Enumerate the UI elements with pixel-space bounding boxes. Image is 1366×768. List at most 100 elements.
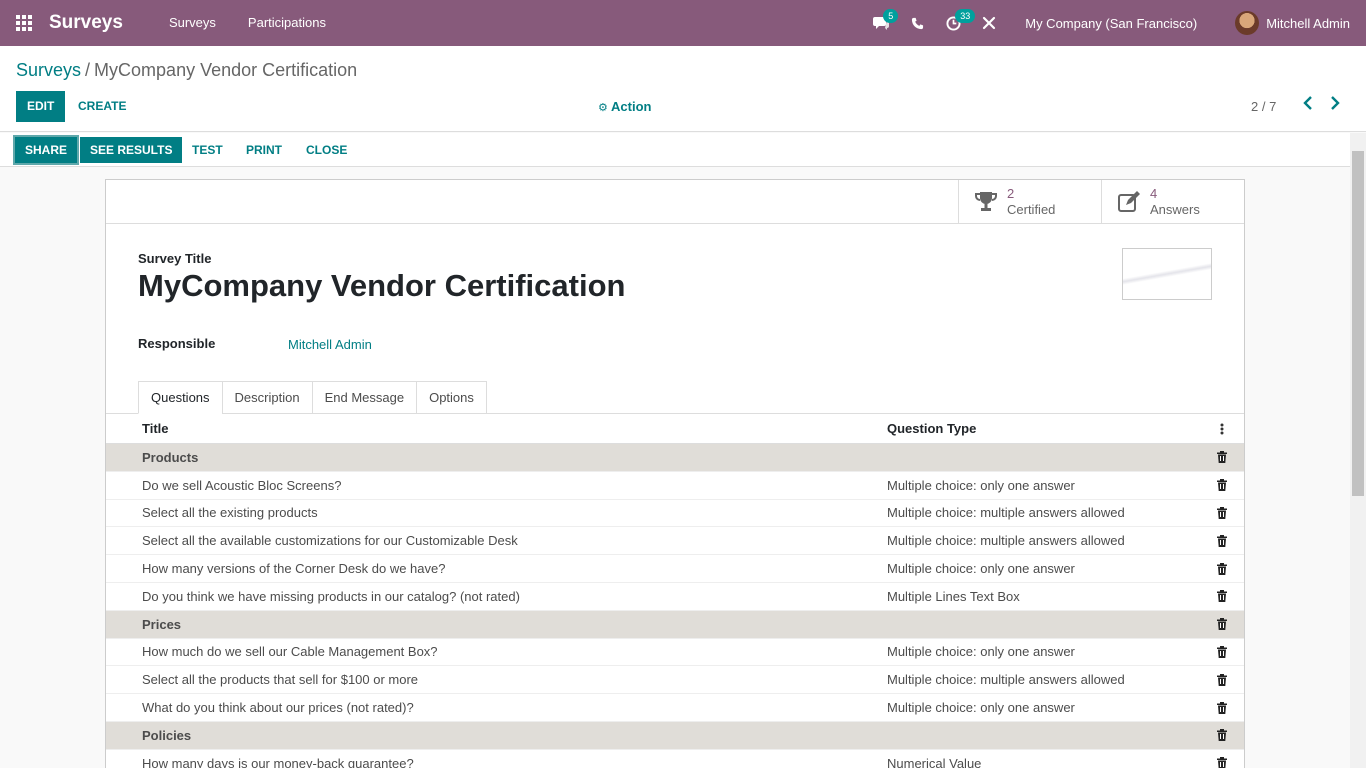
trash-icon[interactable] [1200,729,1244,742]
tab-description[interactable]: Description [221,381,313,414]
question-type: Multiple choice: multiple answers allowe… [887,533,1125,549]
user-menu[interactable]: Mitchell Admin [1215,11,1366,35]
header-title[interactable]: Title [106,421,887,436]
pager-previous-icon[interactable] [1298,96,1318,116]
app-brand[interactable]: Surveys [49,12,123,34]
question-title: How many days is our money-back guarante… [142,755,414,768]
section-title: Products [142,449,199,465]
question-title: How much do we sell our Cable Management… [142,644,438,660]
avatar [1235,11,1260,35]
chat-icon[interactable]: 5 [863,0,899,46]
pager-next-icon[interactable] [1325,96,1345,116]
breadcrumb-surveys[interactable]: Surveys [16,60,81,80]
trash-icon[interactable] [1200,701,1244,714]
form-tabs: Questions Description End Message Option… [138,381,487,414]
certified-label: Certified [1007,202,1056,217]
debug-tools-icon[interactable] [971,0,1007,46]
list-body: Products Do we sell Acoustic Bloc Screens… [106,444,1244,768]
question-title: Select all the existing products [142,505,318,521]
trash-icon[interactable] [1200,590,1244,603]
trash-icon[interactable] [1200,673,1244,686]
answers-label: Answers [1150,202,1200,217]
test-button[interactable]: TEST [182,137,233,163]
trash-icon[interactable] [1200,534,1244,547]
list-header: Title Question Type [106,414,1244,444]
print-button[interactable]: PRINT [236,137,292,163]
user-name: Mitchell Admin [1266,15,1350,31]
question-title: Do you think we have missing products in… [142,588,520,604]
question-type: Multiple Lines Text Box [887,588,1020,604]
form-statusbar: SHARE SEE RESULTS TEST PRINT CLOSE [0,133,1350,167]
question-type: Multiple choice: multiple answers allowe… [887,505,1125,521]
trash-icon[interactable] [1200,757,1244,768]
table-row[interactable]: Select all the products that sell for $1… [106,666,1244,695]
apps-menu-icon[interactable] [0,0,48,46]
menu-participations[interactable]: Participations [232,0,342,46]
see-results-button[interactable]: SEE RESULTS [80,137,183,163]
trash-icon[interactable] [1200,562,1244,575]
optional-columns-icon[interactable] [1200,423,1244,435]
table-row[interactable]: How many days is our money-back guarante… [106,750,1244,768]
table-row[interactable]: How much do we sell our Cable Management… [106,639,1244,667]
question-type: Multiple choice: multiple answers allowe… [887,672,1125,688]
question-type: Multiple choice: only one answer [887,700,1075,716]
table-row[interactable]: Do you think we have missing products in… [106,583,1244,611]
breadcrumb-separator: / [85,60,91,80]
top-navbar: Surveys Surveys Participations 5 33 My C… [0,0,1366,46]
phone-icon[interactable] [899,0,935,46]
breadcrumb-current: MyCompany Vendor Certification [94,60,358,80]
section-title: Prices [142,616,182,632]
breadcrumb: Surveys / MyCompany Vendor Certification [16,60,357,81]
trophy-icon [975,192,997,211]
trash-icon[interactable] [1200,506,1244,519]
table-row[interactable]: Select all the available customizations … [106,527,1244,556]
create-button[interactable]: CREATE [74,91,130,122]
tab-end-message[interactable]: End Message [311,381,418,414]
activity-clock-icon[interactable]: 33 [935,0,976,46]
certified-count: 2 [1007,186,1015,201]
table-row[interactable]: What do you think about our prices (not … [106,694,1244,722]
tab-options[interactable]: Options [416,381,487,414]
question-type: Numerical Value [887,755,982,768]
control-panel: Surveys / MyCompany Vendor Certification E… [0,46,1366,132]
action-menu[interactable]: ⚙ Action [598,99,651,114]
section-row[interactable]: Policies [106,721,1244,750]
close-button[interactable]: CLOSE [296,137,357,163]
answers-smart-button[interactable]: 4 Answers [1101,180,1244,224]
form-sheet: 2 Certified 4 Answers Survey Title MyCom… [105,179,1245,768]
share-button[interactable]: SHARE [12,135,80,165]
answers-count: 4 [1150,186,1158,201]
section-title: Policies [142,727,192,743]
trash-icon[interactable] [1200,451,1244,464]
table-row[interactable]: Select all the existing products Multiple… [106,500,1244,528]
survey-title: MyCompany Vendor Certification [138,268,626,303]
section-row[interactable]: Products [106,444,1244,472]
question-title: What do you think about our prices (not … [142,700,414,716]
chat-badge: 5 [883,9,899,23]
question-type: Multiple choice: only one answer [887,644,1075,660]
survey-image[interactable] [1122,248,1212,300]
trash-icon[interactable] [1200,618,1244,631]
question-title: Select all the products that sell for $1… [142,672,419,688]
questions-list: Title Question Type Products Do we sell A… [106,414,1244,768]
table-row[interactable]: Do we sell Acoustic Bloc Screens? Multipl… [106,472,1244,500]
responsible-link[interactable]: Mitchell Admin [288,337,372,352]
section-row[interactable]: Prices [106,610,1244,639]
menu-surveys[interactable]: Surveys [153,0,232,46]
page-scrollbar[interactable] [1350,133,1366,768]
gear-icon: ⚙ [598,102,608,114]
certified-smart-button[interactable]: 2 Certified [958,180,1101,224]
trash-icon[interactable] [1200,479,1244,492]
table-row[interactable]: How many versions of the Corner Desk do … [106,555,1244,583]
pager-value[interactable]: 2 / 7 [1251,99,1276,114]
edit-button[interactable]: EDIT [16,91,66,122]
question-type: Multiple choice: only one answer [887,477,1075,493]
company-switcher[interactable]: My Company (San Francisco) [1007,16,1215,31]
header-question-type[interactable]: Question Type [887,421,1200,436]
trash-icon[interactable] [1200,645,1244,658]
scrollbar-thumb[interactable] [1352,151,1364,496]
action-label: Action [611,99,652,114]
question-title: How many versions of the Corner Desk do … [142,561,446,577]
question-type: Multiple choice: only one answer [887,561,1075,577]
tab-questions[interactable]: Questions [138,381,223,414]
